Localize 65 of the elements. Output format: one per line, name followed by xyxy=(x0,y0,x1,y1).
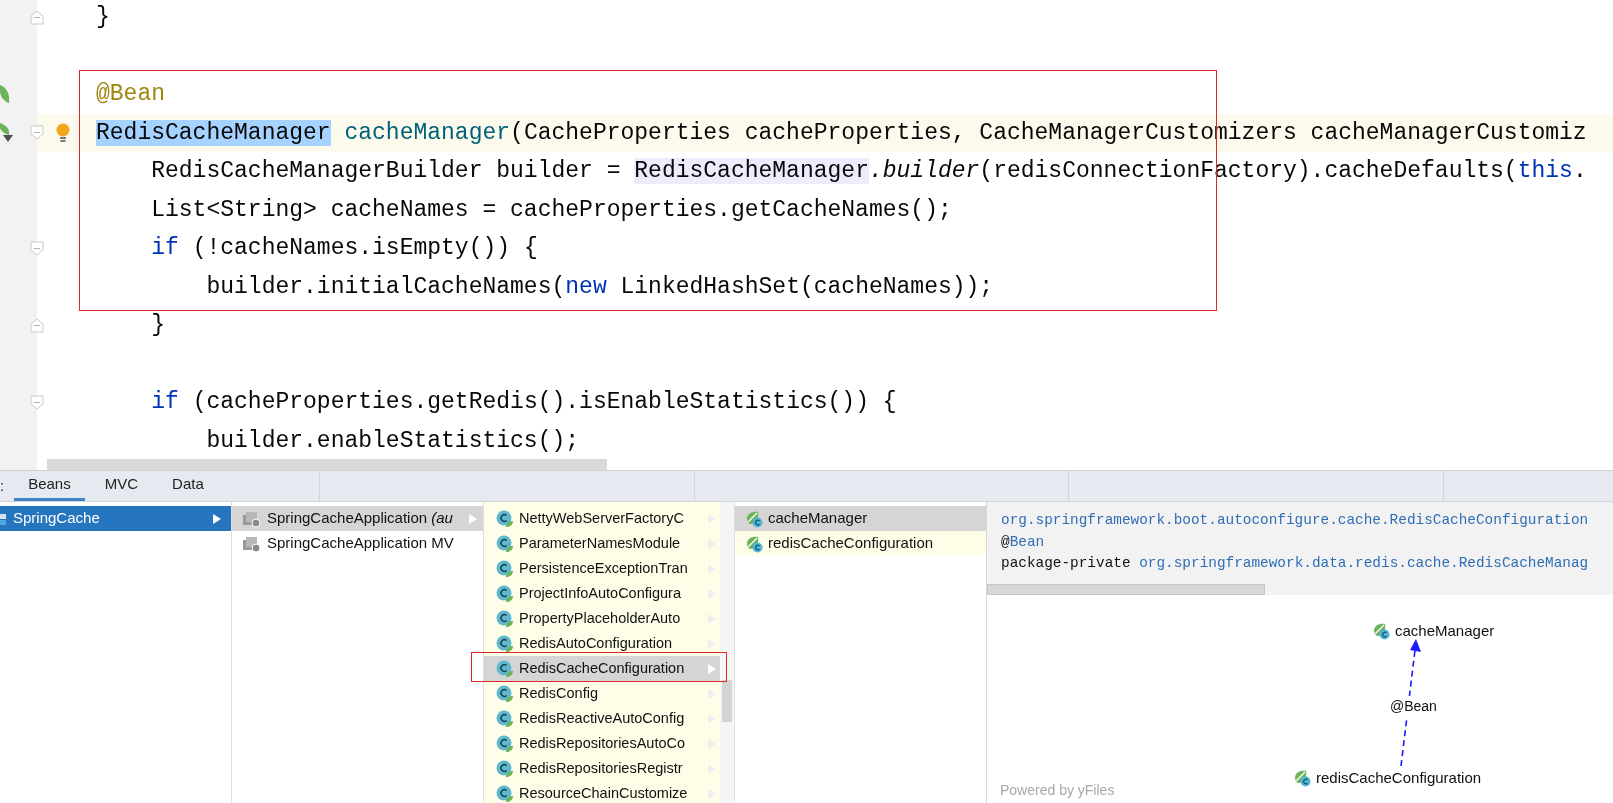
application-icon xyxy=(242,534,262,553)
tab[interactable]: Data xyxy=(158,471,218,501)
bean-icon xyxy=(745,509,763,528)
class-icon xyxy=(496,609,514,628)
code-line: builder.initialCacheNames(new LinkedHashSet(cacheNames)); xyxy=(205,272,994,302)
expand-arrow-icon xyxy=(469,513,477,524)
bean-icon xyxy=(1372,622,1390,641)
tab[interactable]: Beans xyxy=(14,471,85,501)
list-item[interactable]: RedisReactiveAutoConfig xyxy=(484,706,720,731)
fold-marker-icon[interactable] xyxy=(30,240,44,256)
edge-label: @Bean xyxy=(1390,696,1437,717)
class-icon xyxy=(496,509,514,528)
bean-gutter-icon[interactable] xyxy=(0,83,10,106)
list-item[interactable]: RedisConfig xyxy=(484,681,720,706)
fold-marker-icon[interactable] xyxy=(30,125,44,141)
list-item[interactable]: PropertyPlaceholderAuto xyxy=(484,606,720,631)
code-line: if (!cacheNames.isEmpty()) { xyxy=(150,234,538,264)
code-line: List<String> cacheNames = cacheProperties.getCacheNames(); xyxy=(150,195,952,225)
application-icon xyxy=(242,509,262,528)
class-icon xyxy=(496,659,514,678)
code-line: @Bean xyxy=(96,80,165,110)
class-icon xyxy=(496,684,514,703)
vertical-scrollbar[interactable] xyxy=(722,680,732,722)
tab[interactable]: MVC xyxy=(90,471,153,501)
list-item[interactable]: SpringCacheApplication MV xyxy=(232,531,483,556)
class-icon xyxy=(496,634,514,653)
list-item[interactable]: ProjectInfoAutoConfigura xyxy=(484,581,720,606)
list-item[interactable]: PersistenceExceptionTran xyxy=(484,556,720,581)
expand-arrow-icon xyxy=(708,663,716,674)
class-icon xyxy=(496,759,514,778)
powered-by-text: Powered by yFiles xyxy=(1000,781,1115,800)
bean-icon xyxy=(745,534,763,553)
list-item[interactable]: RedisCacheConfiguration xyxy=(484,656,720,681)
list-item[interactable]: SpringCache xyxy=(0,506,231,531)
list-item[interactable]: NettyWebServerFactoryC xyxy=(484,506,720,531)
class-icon xyxy=(496,534,514,553)
panel-label: : xyxy=(0,475,5,496)
code-line: } xyxy=(96,3,110,33)
code-line: builder.enableStatistics(); xyxy=(205,426,580,456)
detail-line: @Bean xyxy=(1000,532,1046,552)
code-line: } xyxy=(150,311,165,341)
horizontal-scrollbar[interactable] xyxy=(47,459,607,470)
list-item[interactable]: RedisRepositoriesAutoCo xyxy=(484,731,720,756)
detail-line: org.springframework.boot.autoconfigure.cache.RedisCacheConfiguration xyxy=(1000,511,1590,530)
bean-icon xyxy=(1293,769,1311,788)
detail-line: package-private org.springframework.data.redis.cache.RedisCacheManag xyxy=(1000,554,1590,574)
class-icon xyxy=(496,709,514,728)
list-item[interactable]: RedisRepositoriesRegistr xyxy=(484,756,720,781)
class-icon xyxy=(496,784,514,803)
class-icon xyxy=(496,734,514,753)
lightbulb-icon[interactable] xyxy=(56,122,70,143)
list-item[interactable]: ResourceChainCustomize xyxy=(484,781,720,803)
list-item[interactable]: redisCacheConfiguration xyxy=(735,531,986,556)
code-line: if (cacheProperties.getRedis().isEnableStatistics()) { xyxy=(150,388,897,418)
graph-node[interactable]: redisCacheConfiguration xyxy=(1293,767,1482,790)
class-icon xyxy=(496,559,514,578)
class-icon xyxy=(496,584,514,603)
horizontal-scrollbar[interactable] xyxy=(987,584,1265,595)
list-item[interactable]: SpringCacheApplication (au xyxy=(232,506,483,531)
expand-arrow-icon xyxy=(213,513,221,524)
graph-node[interactable]: cacheManager xyxy=(1372,620,1495,643)
fold-marker-icon[interactable] xyxy=(30,394,44,410)
list-item[interactable]: ParameterNamesModule xyxy=(484,531,720,556)
list-item[interactable]: RedisAutoConfiguration xyxy=(484,631,720,656)
list-item[interactable]: cacheManager xyxy=(735,506,986,531)
